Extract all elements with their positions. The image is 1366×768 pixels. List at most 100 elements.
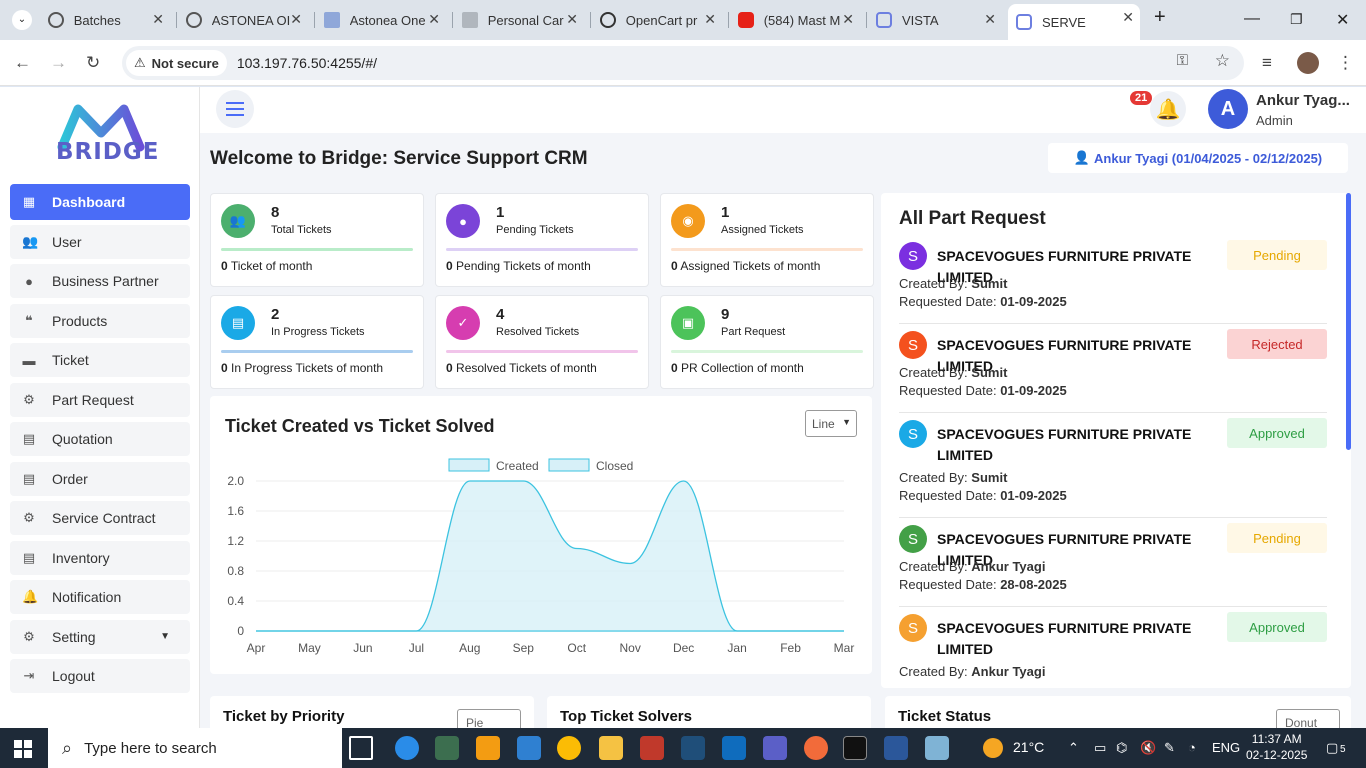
key-icon[interactable]: ⚿ — [1177, 52, 1188, 69]
file-explorer-icon[interactable] — [599, 736, 623, 760]
url-text[interactable]: 103.197.76.50:4255/#/ — [237, 55, 377, 71]
network-icon[interactable] — [681, 736, 705, 760]
volume-muted-icon[interactable]: 🔇 — [1140, 740, 1156, 756]
stat-card-in-progress-tickets[interactable]: ▤ 2 In Progress Tickets 0 In Progress Ti… — [210, 295, 424, 389]
warning-icon: ⚠ — [134, 55, 146, 70]
vscode-icon[interactable] — [517, 736, 541, 760]
browser-tab[interactable]: Batches ✕ — [40, 6, 170, 34]
scrollbar[interactable] — [1346, 193, 1351, 450]
notepad-icon[interactable] — [925, 736, 949, 760]
media-icon[interactable]: ≡ — [1262, 53, 1272, 73]
browser-tab-active[interactable]: SERVE ✕ — [1008, 4, 1140, 40]
close-icon[interactable]: ✕ — [566, 11, 578, 28]
clipboard-check-icon: ✓ — [446, 306, 480, 340]
sidebar-item-ticket[interactable]: ▬ Ticket — [10, 343, 190, 377]
close-icon[interactable]: ✕ — [984, 11, 996, 28]
sidebar-item-notification[interactable]: 🔔 Notification — [10, 580, 190, 614]
stat-card-part-request[interactable]: ▣ 9 Part Request 0 PR Collection of mont… — [660, 295, 874, 389]
filezilla-icon[interactable] — [640, 736, 664, 760]
pen-icon[interactable]: ✎ — [1164, 740, 1175, 756]
stat-card-assigned-tickets[interactable]: ◉ 1 Assigned Tickets 0 Assigned Tickets … — [660, 193, 874, 287]
close-icon[interactable]: ✕ — [842, 11, 854, 28]
part-request-item[interactable]: S SPACEVOGUES FURNITURE PRIVATE LIMITED … — [899, 612, 1327, 688]
network-off-icon[interactable]: ⌬ — [1116, 740, 1127, 756]
sidebar-item-part-request[interactable]: ⚙ Part Request — [10, 383, 190, 417]
sidebar-item-products[interactable]: ❝ Products — [10, 304, 190, 338]
back-icon[interactable]: ← — [14, 53, 31, 73]
new-tab-icon[interactable]: + — [1154, 6, 1166, 29]
browser-tab[interactable]: OpenCart pr ✕ — [592, 6, 722, 34]
notifications-button[interactable]: 🔔 — [1150, 91, 1186, 127]
chart-type-select[interactable]: Pie — [457, 709, 521, 728]
close-icon[interactable]: ✕ — [290, 11, 302, 28]
user-name[interactable]: Ankur Tyag... — [1256, 92, 1350, 109]
postman-icon[interactable] — [804, 736, 828, 760]
menu-kebab-icon[interactable]: ⋮ — [1337, 53, 1354, 73]
grid-icon: ▦ — [22, 194, 36, 209]
task-view-icon[interactable] — [349, 736, 373, 760]
close-icon[interactable]: ✕ — [428, 11, 440, 28]
sidebar-item-logout[interactable]: ⇥ Logout — [10, 659, 190, 693]
windows-start-icon[interactable] — [14, 740, 32, 758]
language[interactable]: ENG — [1212, 740, 1240, 755]
close-icon[interactable]: ✕ — [704, 11, 716, 28]
hamburger-menu-icon[interactable] — [216, 90, 254, 128]
edge-icon[interactable] — [395, 736, 419, 760]
sidebar-item-quotation[interactable]: ▤ Quotation — [10, 422, 190, 456]
tab-search-icon[interactable]: ⌄ — [12, 10, 32, 30]
date-range-button[interactable]: 👤 Ankur Tyagi (01/04/2025 - 02/12/2025) — [1048, 143, 1348, 173]
wifi-icon[interactable]: ◔ — [1188, 740, 1196, 755]
star-icon[interactable]: ☆ — [1215, 51, 1230, 71]
notification-center-icon[interactable]: ▢ — [1326, 740, 1338, 756]
part-request-item[interactable]: S SPACEVOGUES FURNITURE PRIVATE LIMITED … — [899, 240, 1327, 324]
part-request-item[interactable]: S SPACEVOGUES FURNITURE PRIVATE LIMITED … — [899, 329, 1327, 413]
battery-icon[interactable]: ▭ — [1094, 740, 1106, 756]
browser-tab[interactable]: ASTONEA OI ✕ — [178, 6, 308, 34]
security-chip[interactable]: ⚠ Not secure — [126, 50, 227, 76]
user-avatar[interactable]: A — [1208, 89, 1248, 129]
profile-avatar[interactable] — [1297, 52, 1319, 74]
sidebar-item-user[interactable]: 👥 User — [10, 225, 190, 259]
part-request-item[interactable]: S SPACEVOGUES FURNITURE PRIVATE LIMITED … — [899, 418, 1327, 518]
globe-icon — [48, 12, 64, 28]
sidebar-item-order[interactable]: ▤ Order — [10, 462, 190, 496]
sidebar-item-service-contract[interactable]: ⚙ Service Contract — [10, 501, 190, 535]
teams-icon[interactable] — [763, 736, 787, 760]
browser-tab[interactable]: Personal Car ✕ — [454, 6, 584, 34]
card-title: Ticket Status — [898, 708, 992, 725]
clock[interactable]: 11:37 AM 02-12-2025 — [1246, 731, 1307, 763]
sublime-icon[interactable] — [476, 736, 500, 760]
close-icon[interactable]: ✕ — [1122, 9, 1134, 26]
stat-card-resolved-tickets[interactable]: ✓ 4 Resolved Tickets 0 Resolved Tickets … — [435, 295, 649, 389]
ticket-priority-card: Ticket by Priority Pie — [210, 696, 534, 728]
close-icon[interactable]: ✕ — [152, 11, 164, 28]
users-icon: 👥 — [221, 204, 255, 238]
chart-type-select[interactable]: Donut — [1276, 709, 1340, 728]
omnibox[interactable]: ⚠ Not secure 103.197.76.50:4255/#/ ⚿ ☆ — [122, 46, 1244, 80]
browser-tab[interactable]: (584) Mast M ✕ — [730, 6, 860, 34]
browser-tab[interactable]: Astonea One ✕ — [316, 6, 446, 34]
restore-icon[interactable]: ❐ — [1290, 11, 1303, 28]
stat-card-pending-tickets[interactable]: ● 1 Pending Tickets 0 Pending Tickets of… — [435, 193, 649, 287]
sidebar-item-setting[interactable]: ⚙ Setting ▼ — [10, 620, 190, 654]
minimize-icon[interactable]: — — [1244, 10, 1260, 28]
reload-icon[interactable]: ↻ — [86, 53, 100, 73]
sidebar-item-business-partner[interactable]: ● Business Partner — [10, 264, 190, 298]
taskbar-search[interactable]: ⌕ Type here to search — [48, 728, 342, 768]
terminal-icon[interactable] — [843, 736, 867, 760]
photos-icon[interactable] — [435, 736, 459, 760]
outlook-icon[interactable] — [722, 736, 746, 760]
forward-icon[interactable]: → — [50, 53, 67, 73]
browser-tab[interactable]: VISTA ✕ — [868, 6, 1002, 34]
word-icon[interactable] — [884, 736, 908, 760]
sidebar-item-inventory[interactable]: ▤ Inventory — [10, 541, 190, 575]
close-window-icon[interactable]: ✕ — [1336, 10, 1349, 30]
stat-card-total-tickets[interactable]: 👥 8 Total Tickets 0 Ticket of month — [210, 193, 424, 287]
chrome-icon[interactable] — [557, 736, 581, 760]
x-tick-label: Apr — [247, 641, 266, 655]
part-request-item[interactable]: S SPACEVOGUES FURNITURE PRIVATE LIMITED … — [899, 523, 1327, 607]
x-tick-label: Jun — [353, 641, 372, 655]
sidebar-item-dashboard[interactable]: ▦ Dashboard — [10, 184, 190, 220]
weather-icon[interactable] — [983, 738, 1003, 758]
chevron-up-icon[interactable]: ⌃ — [1068, 740, 1079, 756]
